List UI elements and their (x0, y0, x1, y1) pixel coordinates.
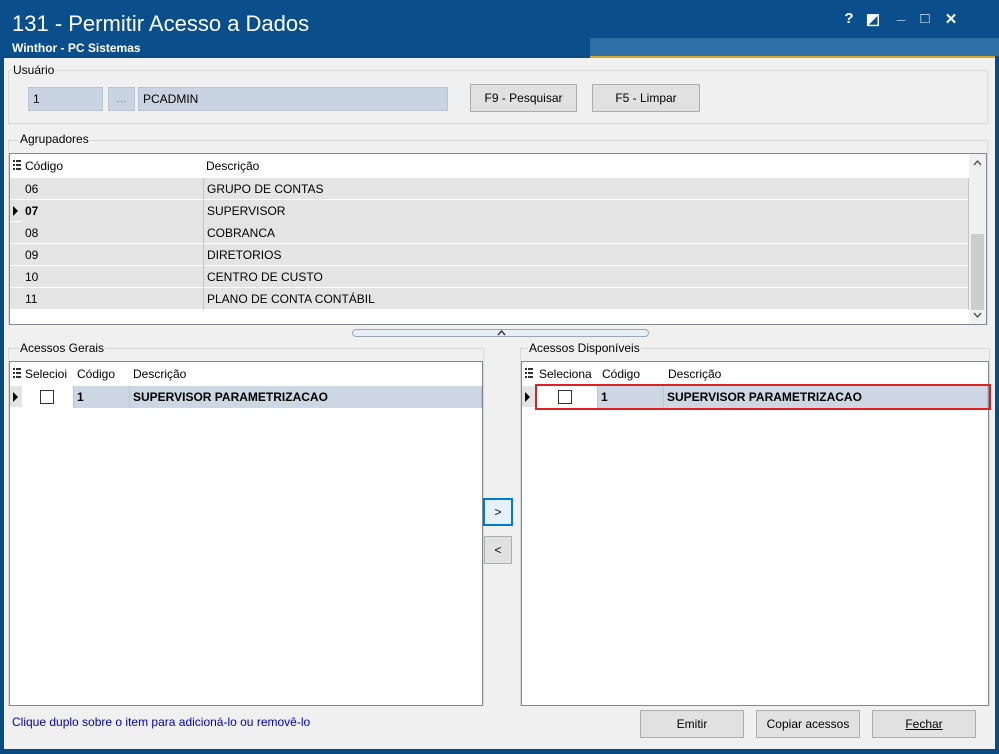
remove-access-button[interactable]: < (484, 536, 512, 564)
row-pointer-icon (13, 206, 18, 216)
scroll-down-icon[interactable] (973, 312, 982, 318)
scroll-thumb[interactable] (971, 234, 984, 310)
col-descricao[interactable]: Descrição (133, 367, 186, 381)
usuario-code-field[interactable]: 1 (28, 87, 103, 111)
col-descricao[interactable]: Descrição (206, 159, 259, 173)
title-bar: 131 - Permitir Acesso a Dados Winthor - … (0, 0, 999, 58)
acessos-disponiveis-grid[interactable]: Seleciona Código Descrição 1 SUPERVISOR … (521, 361, 989, 706)
row-pointer-icon (13, 392, 18, 402)
restore-icon[interactable]: ◩ (862, 10, 884, 28)
col-codigo[interactable]: Código (602, 367, 640, 381)
maximize-icon[interactable]: □ (914, 10, 936, 27)
window-title: 131 - Permitir Acesso a Dados (12, 11, 310, 36)
agrupadores-group-label: Agrupadores (19, 132, 90, 146)
usuario-lookup-button[interactable]: ... (108, 87, 135, 111)
table-row[interactable]: 06 GRUPO DE CONTAS (10, 178, 969, 200)
chevron-up-icon[interactable] (497, 330, 506, 336)
agrupadores-scrollbar[interactable] (969, 154, 986, 324)
window-subtitle: Winthor - PC Sistemas (12, 41, 141, 55)
acessos-disponiveis-label: Acessos Disponíveis (528, 341, 641, 355)
table-row[interactable]: 1 SUPERVISOR PARAMETRIZACAO (10, 386, 482, 408)
acessos-gerais-grid[interactable]: Selecioi Código Descrição 1 SUPERVISOR P… (9, 361, 483, 706)
agrupadores-grid[interactable]: Código Descrição 06 GRUPO DE CONTAS 07 S… (9, 153, 987, 325)
help-icon[interactable]: ? (838, 10, 860, 27)
column-chooser-icon[interactable] (13, 368, 21, 378)
panel-splitter[interactable] (352, 329, 649, 337)
emitir-button[interactable]: Emitir (640, 710, 744, 738)
table-row[interactable]: 09 DIRETORIOS (10, 244, 969, 266)
table-row[interactable]: 10 CENTRO DE CUSTO (10, 266, 969, 288)
copiar-acessos-button[interactable]: Copiar acessos (756, 710, 860, 738)
column-chooser-icon[interactable] (13, 160, 21, 170)
client-area: Usuário 1 ... PCADMIN F9 - Pesquisar F5 … (4, 58, 995, 749)
app-window: 131 - Permitir Acesso a Dados Winthor - … (0, 0, 999, 754)
close-icon[interactable]: ✕ (940, 10, 962, 28)
highlight-box (535, 384, 991, 410)
table-row[interactable]: 08 COBRANCA (10, 222, 969, 244)
col-selecionar[interactable]: Seleciona (539, 367, 597, 381)
column-chooser-icon[interactable] (525, 368, 533, 378)
fechar-button[interactable]: Fechar (872, 710, 976, 738)
table-row-selected[interactable]: 07 SUPERVISOR (10, 200, 969, 222)
select-checkbox[interactable] (40, 390, 54, 404)
clear-button[interactable]: F5 - Limpar (592, 84, 700, 112)
usuario-group-label: Usuário (12, 63, 56, 77)
col-selecionar[interactable]: Selecioi (25, 367, 73, 381)
col-codigo[interactable]: Código (25, 159, 63, 173)
search-button[interactable]: F9 - Pesquisar (470, 84, 577, 112)
col-codigo[interactable]: Código (77, 367, 115, 381)
acessos-gerais-label: Acessos Gerais (19, 341, 106, 355)
minimize-icon[interactable]: _ (890, 6, 912, 23)
row-pointer-icon (525, 392, 530, 402)
table-row[interactable]: 11 PLANO DE CONTA CONTÁBIL (10, 288, 969, 310)
scroll-up-icon[interactable] (973, 160, 982, 166)
hint-text: Clique duplo sobre o item para adicioná-… (12, 715, 311, 729)
usuario-name-field[interactable]: PCADMIN (138, 87, 448, 111)
col-descricao[interactable]: Descrição (668, 367, 721, 381)
agrupadores-grid-header: Código Descrição (10, 154, 986, 178)
add-access-button[interactable]: > (483, 498, 513, 526)
